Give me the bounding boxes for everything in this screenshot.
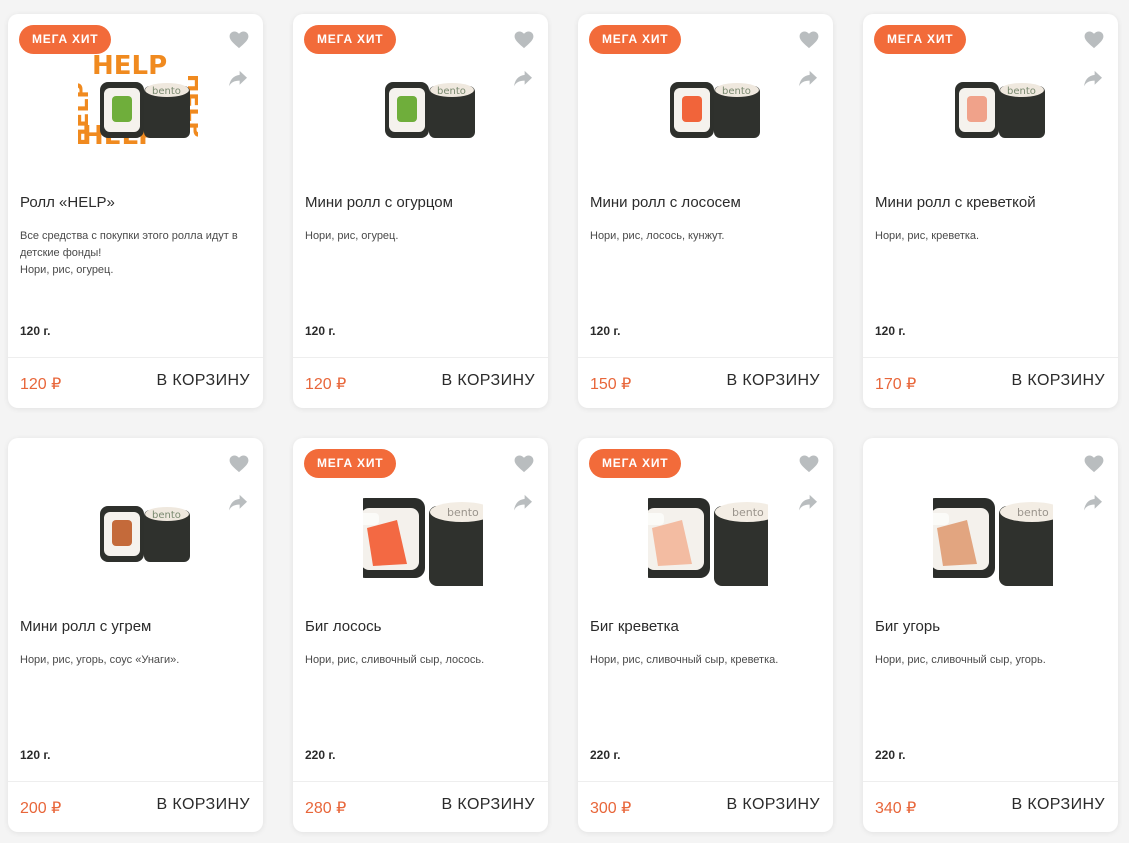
- product-card[interactable]: bento Мини ролл с угрем Нори, рис, угорь, …: [8, 438, 263, 832]
- product-title[interactable]: Ролл «HELP»: [20, 194, 115, 211]
- card-divider: [293, 781, 548, 782]
- product-title[interactable]: Биг креветка: [590, 618, 679, 635]
- share-icon[interactable]: [228, 70, 248, 88]
- product-description: Нори, рис, угорь, соус «Унаги».: [20, 654, 180, 666]
- product-title[interactable]: Мини ролл с креветкой: [875, 194, 1036, 211]
- card-divider: [578, 781, 833, 782]
- product-image[interactable]: bento: [363, 44, 483, 174]
- product-card[interactable]: МЕГА ХИТ bento Мини ролл с креветкой Нори, …: [863, 14, 1118, 408]
- heart-icon[interactable]: [514, 31, 534, 49]
- product-title[interactable]: Мини ролл с огурцом: [305, 194, 453, 211]
- product-weight: 220 г.: [305, 748, 336, 762]
- product-card[interactable]: МЕГА ХИТ bento Биг лосось Нори, рис, сливоч…: [293, 438, 548, 832]
- card-divider: [293, 357, 548, 358]
- heart-icon[interactable]: [1084, 31, 1104, 49]
- product-weight: 220 г.: [875, 748, 906, 762]
- heart-icon[interactable]: [799, 31, 819, 49]
- card-divider: [578, 357, 833, 358]
- product-image[interactable]: bento: [925, 468, 1065, 598]
- svg-text:HELP: HELP: [92, 51, 167, 81]
- svg-text:bento: bento: [437, 86, 466, 97]
- product-title[interactable]: Мини ролл с угрем: [20, 618, 151, 635]
- product-weight: 120 г.: [590, 324, 621, 338]
- card-divider: [8, 781, 263, 782]
- product-price: 200 ₽: [20, 800, 62, 817]
- product-image[interactable]: bento: [933, 44, 1053, 174]
- product-card[interactable]: МЕГА ХИТ bento Биг креветка Нори, рис, слив…: [578, 438, 833, 832]
- svg-text:HELP: HELP: [78, 82, 94, 146]
- product-description: Нори, рис, огурец.: [305, 230, 399, 242]
- product-price: 280 ₽: [305, 800, 347, 817]
- product-card[interactable]: МЕГА ХИТ bento Мини ролл с лососем Нори, ри…: [578, 14, 833, 408]
- share-icon[interactable]: [798, 494, 818, 512]
- share-icon[interactable]: [513, 70, 533, 88]
- product-card[interactable]: bento Биг угорь Нори, рис, сливочный сыр, …: [863, 438, 1118, 832]
- product-description: Нори, рис, сливочный сыр, креветка.: [590, 654, 779, 666]
- heart-icon[interactable]: [229, 31, 249, 49]
- svg-text:bento: bento: [1007, 86, 1036, 97]
- product-weight: 120 г.: [20, 324, 51, 338]
- product-price: 300 ₽: [590, 800, 632, 817]
- product-price: 150 ₽: [590, 376, 632, 393]
- product-weight: 220 г.: [590, 748, 621, 762]
- add-to-cart-button[interactable]: В КОРЗИНУ: [1011, 372, 1105, 390]
- product-image[interactable]: HELPHELPHELPHELPbento: [69, 44, 207, 174]
- product-image[interactable]: bento: [640, 468, 780, 598]
- add-to-cart-button[interactable]: В КОРЗИНУ: [156, 796, 250, 814]
- product-title[interactable]: Биг угорь: [875, 618, 940, 635]
- product-image[interactable]: bento: [78, 468, 198, 598]
- product-price: 340 ₽: [875, 800, 917, 817]
- card-divider: [863, 357, 1118, 358]
- add-to-cart-button[interactable]: В КОРЗИНУ: [441, 372, 535, 390]
- card-divider: [8, 357, 263, 358]
- svg-text:bento: bento: [447, 506, 479, 519]
- heart-icon[interactable]: [229, 455, 249, 473]
- share-icon[interactable]: [798, 70, 818, 88]
- card-divider: [863, 781, 1118, 782]
- product-description: Нори, рис, креветка.: [875, 230, 980, 242]
- product-description: Нори, рис, лосось, кунжут.: [590, 230, 725, 242]
- product-title[interactable]: Биг лосось: [305, 618, 381, 635]
- add-to-cart-button[interactable]: В КОРЗИНУ: [726, 796, 820, 814]
- add-to-cart-button[interactable]: В КОРЗИНУ: [441, 796, 535, 814]
- add-to-cart-button[interactable]: В КОРЗИНУ: [726, 372, 820, 390]
- svg-text:bento: bento: [152, 510, 181, 521]
- share-icon[interactable]: [228, 494, 248, 512]
- product-description: Нори, рис, сливочный сыр, угорь.: [875, 654, 1046, 666]
- share-icon[interactable]: [513, 494, 533, 512]
- product-description: Все средства с покупки этого ролла идут …: [20, 230, 238, 276]
- heart-icon[interactable]: [514, 455, 534, 473]
- product-weight: 120 г.: [20, 748, 51, 762]
- svg-text:bento: bento: [722, 86, 751, 97]
- product-grid: МЕГА ХИТHELPHELPHELPHELPbentoРолл «HELP»…: [0, 0, 1129, 843]
- share-icon[interactable]: [1083, 494, 1103, 512]
- svg-text:bento: bento: [1017, 506, 1049, 519]
- add-to-cart-button[interactable]: В КОРЗИНУ: [156, 372, 250, 390]
- product-card[interactable]: МЕГА ХИТHELPHELPHELPHELPbentoРолл «HELP»…: [8, 14, 263, 408]
- heart-icon[interactable]: [1084, 455, 1104, 473]
- product-title[interactable]: Мини ролл с лососем: [590, 194, 741, 211]
- product-price: 120 ₽: [20, 376, 62, 393]
- share-icon[interactable]: [1083, 70, 1103, 88]
- svg-text:bento: bento: [152, 86, 181, 97]
- product-weight: 120 г.: [305, 324, 336, 338]
- svg-text:bento: bento: [732, 506, 764, 519]
- product-image[interactable]: bento: [355, 468, 495, 598]
- product-price: 120 ₽: [305, 376, 347, 393]
- product-image[interactable]: bento: [648, 44, 768, 174]
- product-card[interactable]: МЕГА ХИТ bento Мини ролл с огурцом Нори, ри…: [293, 14, 548, 408]
- product-price: 170 ₽: [875, 376, 917, 393]
- heart-icon[interactable]: [799, 455, 819, 473]
- add-to-cart-button[interactable]: В КОРЗИНУ: [1011, 796, 1105, 814]
- product-description: Нори, рис, сливочный сыр, лосось.: [305, 654, 485, 666]
- product-weight: 120 г.: [875, 324, 906, 338]
